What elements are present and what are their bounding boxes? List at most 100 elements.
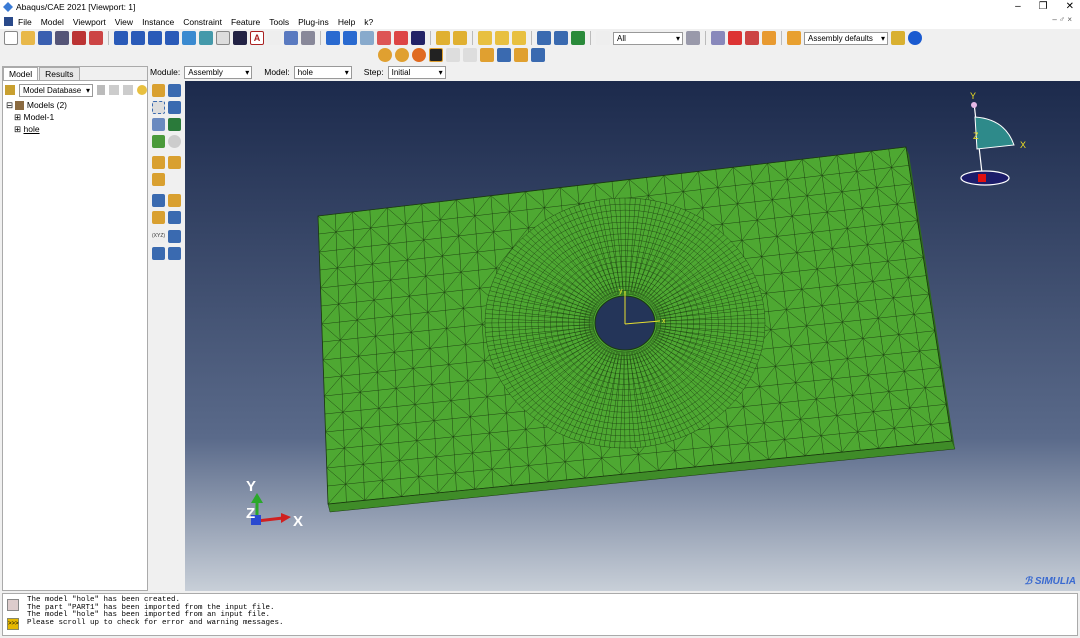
restore-button[interactable]: ❐: [1039, 0, 1048, 14]
list-icon[interactable]: [301, 31, 315, 45]
create-instance-icon[interactable]: [152, 84, 165, 97]
sphere-icon[interactable]: [412, 48, 426, 62]
menu-plugins[interactable]: Plug-ins: [298, 17, 329, 27]
iso-view-2-icon[interactable]: [495, 31, 509, 45]
menu-instance[interactable]: Instance: [142, 17, 174, 27]
linear-pattern-icon[interactable]: [168, 84, 181, 97]
selection-filter-select[interactable]: All: [613, 31, 683, 45]
rotate-instance-icon[interactable]: [152, 118, 165, 131]
magnify-icon[interactable]: [360, 31, 374, 45]
menu-help[interactable]: Help: [338, 17, 355, 27]
offset-icon[interactable]: [152, 247, 165, 260]
layout-4-icon[interactable]: [165, 31, 179, 45]
hidden-line-icon[interactable]: [554, 31, 568, 45]
message-area-icon[interactable]: [7, 599, 19, 611]
select-from-viewport-icon[interactable]: [711, 31, 725, 45]
datum-csys-icon[interactable]: [168, 211, 181, 224]
redo-icon[interactable]: [463, 48, 477, 62]
translate-instance-icon[interactable]: [168, 101, 181, 114]
save-icon[interactable]: [38, 31, 52, 45]
menu-feature[interactable]: Feature: [231, 17, 260, 27]
axes-icon[interactable]: [168, 230, 181, 243]
select-arrow-icon[interactable]: [267, 31, 281, 45]
layout-2-icon[interactable]: [131, 31, 145, 45]
radial-pattern-icon[interactable]: [152, 101, 165, 114]
constraint-parallel-icon[interactable]: [152, 156, 165, 169]
filter-options-icon[interactable]: [686, 31, 700, 45]
print-icon[interactable]: [55, 31, 69, 45]
part-export-icon[interactable]: [89, 31, 103, 45]
new-file-icon[interactable]: [4, 31, 18, 45]
help-info-icon[interactable]: [908, 31, 922, 45]
side-view-icon[interactable]: [453, 31, 467, 45]
rotate-icon[interactable]: [343, 31, 357, 45]
part-import-icon[interactable]: [72, 31, 86, 45]
step-select[interactable]: Initial: [387, 65, 446, 79]
collapse-icon[interactable]: ⊟: [6, 100, 15, 110]
tab-results[interactable]: Results: [39, 67, 80, 80]
viewport-canvas[interactable]: y x Y Z X Y Z X: [185, 81, 1080, 591]
undo-icon[interactable]: [446, 48, 460, 62]
image-icon[interactable]: [199, 31, 213, 45]
open-folder-icon[interactable]: [21, 31, 35, 45]
tree-node-models[interactable]: ⊟ Models (2): [6, 99, 147, 111]
menu-file[interactable]: File: [18, 17, 32, 27]
colour-code-icon[interactable]: [891, 31, 905, 45]
expand-icon[interactable]: [109, 85, 119, 95]
cursor-select-icon[interactable]: [429, 48, 443, 62]
close-button[interactable]: ✕: [1066, 0, 1074, 14]
context-help-button[interactable]: k?: [364, 17, 373, 27]
wireframe-icon[interactable]: [537, 31, 551, 45]
layout-3-icon[interactable]: [148, 31, 162, 45]
pan-icon[interactable]: [326, 31, 340, 45]
edit-constraint-icon[interactable]: [152, 173, 165, 186]
iso-view-1-icon[interactable]: [478, 31, 492, 45]
filter-icon[interactable]: [123, 85, 133, 95]
python-command-icon[interactable]: >>>: [7, 618, 19, 630]
box-zoom-icon[interactable]: [377, 31, 391, 45]
selection-arrow-icon[interactable]: [596, 31, 610, 45]
iso-view-3-icon[interactable]: [512, 31, 526, 45]
render-style-select[interactable]: Assembly defaults: [804, 31, 888, 45]
tab-model[interactable]: Model: [3, 67, 39, 80]
tree-node-model-1[interactable]: ⊞ Model-1: [6, 111, 147, 123]
camera-icon[interactable]: [182, 31, 196, 45]
menu-constraint[interactable]: Constraint: [183, 17, 222, 27]
datum-icon[interactable]: [395, 48, 409, 62]
bulb-icon[interactable]: [137, 85, 147, 95]
query-icon[interactable]: [216, 31, 230, 45]
datum-plane-icon[interactable]: [152, 211, 165, 224]
minimize-button[interactable]: –: [1015, 0, 1021, 14]
partition-icon[interactable]: [378, 48, 392, 62]
render-style-icon[interactable]: [787, 31, 801, 45]
front-view-icon[interactable]: [436, 31, 450, 45]
grid-icon[interactable]: [497, 48, 511, 62]
layout-1-icon[interactable]: [114, 31, 128, 45]
coordinates-icon[interactable]: (XYZ): [152, 230, 165, 243]
cycle-views-icon[interactable]: [411, 31, 425, 45]
menu-viewport[interactable]: Viewport: [73, 17, 106, 27]
module-select[interactable]: Assembly: [184, 65, 253, 79]
shaded-icon[interactable]: [571, 31, 585, 45]
remove-selection-icon[interactable]: [745, 31, 759, 45]
model-select[interactable]: hole: [293, 65, 352, 79]
translate-icon[interactable]: [480, 48, 494, 62]
table-2-icon[interactable]: [531, 48, 545, 62]
table-icon[interactable]: [284, 31, 298, 45]
text-annotation-icon[interactable]: A: [250, 31, 264, 45]
constraint-face-icon[interactable]: [168, 156, 181, 169]
arrow-annotation-icon[interactable]: [233, 31, 247, 45]
instance-icon[interactable]: [514, 48, 528, 62]
translate-to-icon[interactable]: [168, 118, 181, 131]
menu-model[interactable]: Model: [41, 17, 64, 27]
mdi-window-controls[interactable]: – ♂ ×: [1052, 15, 1072, 24]
auto-fit-icon[interactable]: [394, 31, 408, 45]
boolean-icon[interactable]: [168, 135, 181, 148]
menu-view[interactable]: View: [115, 17, 133, 27]
view-manipulation-triad[interactable]: Y Z X: [960, 91, 1026, 186]
display-group-icon[interactable]: [762, 31, 776, 45]
csys-triad-icon[interactable]: [168, 247, 181, 260]
menu-tools[interactable]: Tools: [269, 17, 289, 27]
triad-pivot-icon[interactable]: [971, 102, 977, 108]
viewport[interactable]: y x Y Z X Y Z X ℬ SIMULIA: [185, 81, 1080, 591]
